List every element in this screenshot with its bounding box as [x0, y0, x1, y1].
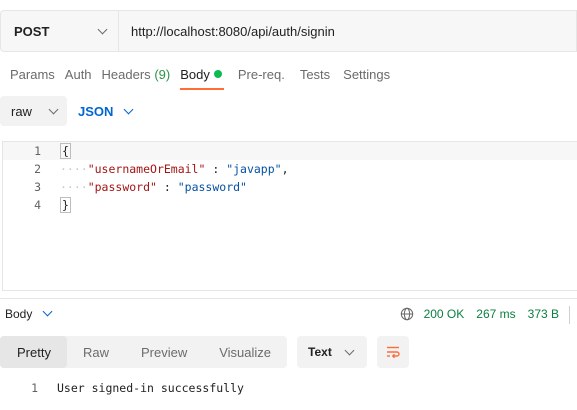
request-body-editor[interactable]: 1 { 2 ····"usernameOrEmail" : "javapp", …	[2, 141, 577, 291]
tab-tests[interactable]: Tests	[300, 60, 330, 90]
response-format-select[interactable]: Text	[297, 336, 368, 368]
response-line: 1 User signed-in successfully	[0, 379, 244, 397]
body-type-row: raw JSON	[0, 96, 134, 126]
tab-headers[interactable]: Headers (9)	[102, 60, 171, 90]
tab-params[interactable]: Params	[10, 60, 55, 90]
tab-settings[interactable]: Settings	[343, 60, 390, 90]
json-key: "usernameOrEmail"	[87, 162, 206, 176]
json-value: "javapp"	[226, 162, 282, 176]
line-number: 1	[34, 144, 41, 158]
chevron-down-icon	[344, 345, 355, 355]
url-text: http://localhost:8080/api/auth/signin	[131, 23, 335, 39]
tab-body[interactable]: Body	[180, 60, 224, 90]
view-tab-pretty[interactable]: Pretty	[0, 336, 67, 368]
line-number: 3	[34, 180, 41, 194]
body-mode-label: raw	[11, 103, 32, 119]
tab-label: Body	[180, 67, 210, 82]
view-tab-visualize[interactable]: Visualize	[203, 336, 287, 368]
url-input[interactable]: http://localhost:8080/api/auth/signin	[118, 10, 577, 52]
response-header: Body 200 OK 267 ms 373 B	[0, 298, 577, 328]
close-brace: }	[60, 197, 71, 213]
response-time[interactable]: 267 ms	[476, 307, 515, 321]
response-view-tabs: Pretty Raw Preview Visualize	[0, 336, 288, 368]
tab-pre-request[interactable]: Pre-req.	[238, 60, 285, 90]
chevron-down-icon	[42, 306, 53, 317]
body-modified-dot-icon	[213, 70, 222, 78]
code-line: 1 {	[3, 142, 577, 160]
tab-label: Params	[10, 67, 55, 82]
status-badge[interactable]: 200 OK	[424, 307, 465, 321]
request-url-bar: POST http://localhost:8080/api/auth/sign…	[0, 10, 577, 52]
code-line: 4 }	[3, 196, 577, 214]
json-key: "password"	[87, 180, 157, 194]
response-text: User signed-in successfully	[57, 381, 244, 395]
response-section-select[interactable]: Body	[5, 306, 53, 321]
wrap-lines-icon	[387, 346, 400, 359]
json-separator: :	[205, 162, 227, 176]
response-format-label: Text	[308, 345, 332, 359]
response-section-label: Body	[5, 306, 33, 321]
method-select[interactable]: POST	[0, 10, 118, 52]
tab-label: Pre-req.	[237, 67, 285, 82]
json-separator: :	[156, 180, 178, 194]
wrap-lines-button[interactable]	[377, 336, 410, 368]
view-tab-preview[interactable]: Preview	[125, 336, 203, 368]
chevron-down-icon	[97, 24, 108, 34]
chevron-down-icon	[48, 104, 59, 114]
method-label: POST	[14, 23, 50, 39]
tab-label: Headers	[101, 67, 151, 82]
code-line: 3 ····"password" : "password"	[3, 178, 577, 196]
body-language-select[interactable]: JSON	[78, 103, 134, 119]
line-number: 1	[31, 381, 38, 395]
view-tab-raw[interactable]: Raw	[67, 336, 125, 368]
tab-label: Auth	[64, 67, 92, 82]
body-language-label: JSON	[78, 103, 114, 119]
line-number: 4	[34, 198, 41, 212]
headers-count-badge: (9)	[154, 67, 171, 82]
tab-label: Settings	[343, 67, 391, 82]
globe-icon[interactable]	[400, 307, 414, 321]
response-view-row: Pretty Raw Preview Visualize Text	[0, 336, 410, 368]
divider	[569, 306, 570, 324]
response-meta: 200 OK 267 ms 373 B	[400, 299, 559, 329]
open-brace: {	[60, 143, 71, 159]
code-line: 2 ····"usernameOrEmail" : "javapp",	[3, 160, 577, 178]
tab-auth[interactable]: Auth	[65, 60, 92, 90]
line-number: 2	[34, 162, 41, 176]
json-value: "password"	[177, 180, 247, 194]
chevron-down-icon	[123, 104, 134, 114]
body-mode-select[interactable]: raw	[0, 96, 67, 126]
json-comma: ,	[281, 162, 289, 176]
request-tabs: Params Auth Headers (9) Body Pre-req. Te…	[0, 60, 390, 90]
tab-label: Tests	[299, 67, 331, 82]
response-size[interactable]: 373 B	[528, 307, 559, 321]
